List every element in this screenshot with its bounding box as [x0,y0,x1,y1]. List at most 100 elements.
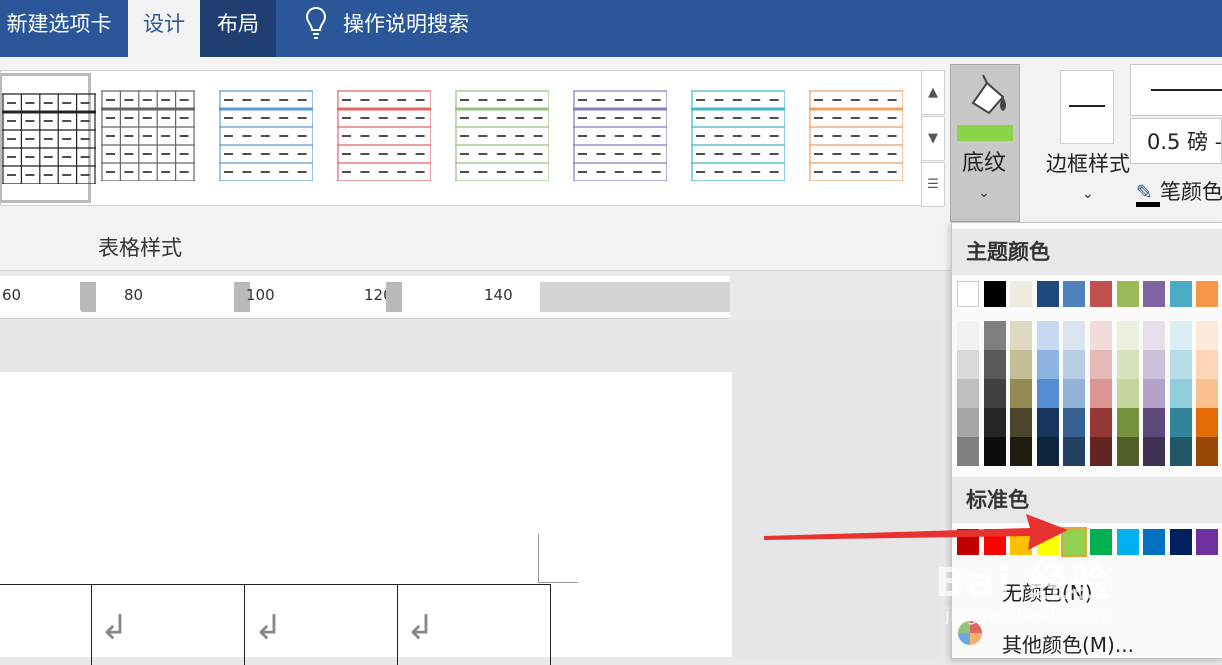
border-styles-label[interactable]: 边框样式 [1046,148,1130,178]
theme-color-swatch[interactable] [1143,281,1166,307]
theme-shade-swatch[interactable] [983,379,1006,408]
chevron-down-icon[interactable]: ⌄ [1082,186,1094,202]
theme-shade-swatch[interactable] [1143,408,1166,437]
theme-shade-swatch[interactable] [1169,408,1192,437]
table-style-thumbnail[interactable] [573,87,667,181]
column-marker[interactable] [386,282,402,312]
indent-marker[interactable] [70,304,84,316]
theme-shade-swatch[interactable] [1090,321,1112,350]
table-style-thumbnail[interactable] [337,87,431,181]
standard-color-swatch[interactable] [1169,529,1192,555]
theme-color-swatch[interactable] [1116,281,1139,307]
theme-shade-swatch[interactable] [1063,437,1086,466]
theme-color-swatch[interactable] [1169,281,1192,307]
theme-shade-swatch[interactable] [1036,437,1059,466]
border-style-preview[interactable] [1060,70,1114,144]
theme-shade-swatch[interactable] [1036,321,1059,350]
horizontal-ruler[interactable]: 60 80 100 120 140 160 [0,276,730,319]
ruler-label: 60 [2,286,22,304]
theme-shade-swatch[interactable] [1143,321,1166,350]
theme-colors-header: 主题颜色 [952,229,1222,275]
lightbulb-icon[interactable] [296,0,336,57]
theme-shade-swatch[interactable] [1063,350,1086,379]
theme-shade-swatch[interactable] [1143,437,1166,466]
theme-shade-swatch[interactable] [957,379,979,408]
theme-color-swatch[interactable] [1010,281,1033,307]
table-style-thumbnail[interactable] [809,87,903,181]
theme-shade-swatch[interactable] [1116,321,1139,350]
theme-shade-swatch[interactable] [1116,437,1139,466]
standard-color-swatch[interactable] [1116,529,1139,555]
tab-new[interactable]: 新建选项卡 [0,0,118,57]
theme-shade-swatch[interactable] [1063,379,1086,408]
theme-shade-swatch[interactable] [1063,321,1086,350]
theme-shade-swatch[interactable] [1063,408,1086,437]
theme-shade-swatch[interactable] [1090,379,1112,408]
theme-shade-swatch[interactable] [983,321,1006,350]
theme-shade-swatch[interactable] [1036,350,1059,379]
margin-corner-mark [538,582,578,583]
theme-color-swatch[interactable] [1063,281,1086,307]
table-style-thumbnail[interactable] [691,87,785,181]
theme-shade-swatch[interactable] [1010,408,1033,437]
theme-shade-swatch[interactable] [983,437,1006,466]
theme-shade-swatch[interactable] [1090,408,1112,437]
table-style-thumbnail[interactable] [455,87,549,181]
gallery-scroll-down[interactable]: ▼ [921,116,945,161]
theme-shade-swatch[interactable] [1090,437,1112,466]
theme-shade-swatch[interactable] [1169,437,1192,466]
theme-shade-swatch[interactable] [1036,408,1059,437]
theme-shade-swatch[interactable] [1196,350,1219,379]
theme-color-swatch[interactable] [1196,281,1219,307]
theme-shade-swatch[interactable] [1169,321,1192,350]
gallery-expand[interactable]: ☰ [921,162,945,207]
theme-shade-swatch[interactable] [983,350,1006,379]
theme-shade-swatch[interactable] [1010,350,1033,379]
table-style-thumbnail[interactable] [219,87,313,181]
theme-shade-swatch[interactable] [1143,379,1166,408]
theme-shade-swatch[interactable] [1196,321,1219,350]
pen-weight-select[interactable]: 0.5 磅 – [1130,118,1222,164]
theme-shade-swatch[interactable] [983,408,1006,437]
chevron-down-icon[interactable]: ⌄ [950,185,1018,201]
theme-shade-swatch[interactable] [957,408,979,437]
theme-color-swatch[interactable] [1036,281,1059,307]
theme-color-swatch[interactable] [983,281,1006,307]
theme-shade-swatch[interactable] [1116,408,1139,437]
paragraph-mark-icon: ↲ [254,608,283,648]
theme-shade-swatch[interactable] [1010,379,1033,408]
standard-color-swatch[interactable] [1143,529,1166,555]
watermark-url: jingyan.baidu.com [945,605,1112,626]
pen-color-button[interactable]: ✎ 笔颜色 [1136,176,1222,207]
standard-color-swatch[interactable] [1196,529,1219,555]
theme-shade-swatch[interactable] [1169,350,1192,379]
tab-tell-me[interactable]: 操作说明搜索 [336,0,476,57]
theme-shade-swatch[interactable] [1143,350,1166,379]
tab-design[interactable]: 设计 [128,0,200,57]
theme-shade-swatch[interactable] [1169,379,1192,408]
ruler-label: 140 [484,286,513,304]
gallery-scroll-up[interactable]: ▲ [921,70,945,115]
table-style-thumbnail[interactable] [0,73,96,203]
ribbon-tab-bar: 新建选项卡 设计 布局 操作说明搜索 [0,0,1222,57]
theme-shade-swatch[interactable] [1196,408,1219,437]
theme-color-swatch[interactable] [957,281,979,307]
ruler-margin [540,282,730,312]
theme-shade-swatch[interactable] [1010,321,1033,350]
tab-layout[interactable]: 布局 [200,0,276,57]
theme-color-swatch[interactable] [1090,281,1112,307]
theme-shade-swatch[interactable] [1116,350,1139,379]
theme-shade-swatch[interactable] [957,350,979,379]
line-style-select[interactable] [1130,64,1222,116]
more-colors-item[interactable]: 其他颜色(M)... [1002,629,1134,658]
theme-shade-swatch[interactable] [957,321,979,350]
watermark-logo: Bai 经验 [935,560,1113,606]
theme-shade-swatch[interactable] [957,437,979,466]
theme-shade-swatch[interactable] [1090,350,1112,379]
theme-shade-swatch[interactable] [1036,379,1059,408]
table-style-thumbnail[interactable] [101,87,195,181]
theme-shade-swatch[interactable] [1196,437,1219,466]
theme-shade-swatch[interactable] [1116,379,1139,408]
theme-shade-swatch[interactable] [1196,379,1219,408]
theme-shade-swatch[interactable] [1010,437,1033,466]
